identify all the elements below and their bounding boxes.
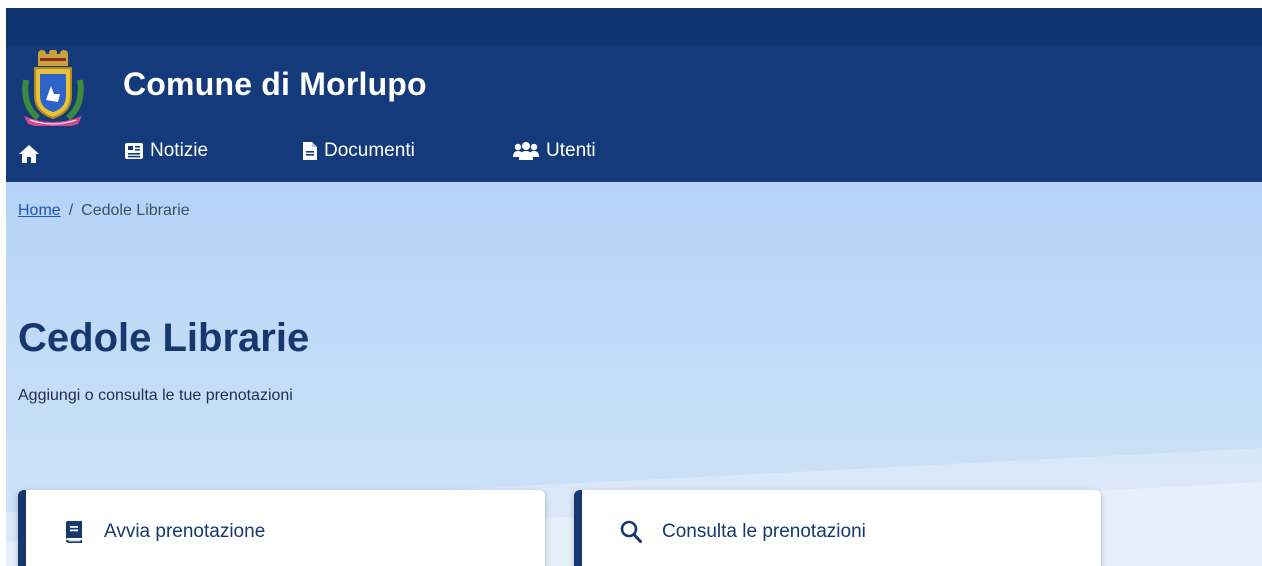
main-navigation: Notizie Documenti Utenti bbox=[6, 136, 1262, 176]
top-strip bbox=[6, 8, 1262, 46]
page-subtitle: Aggiungi o consulta le tue prenotazioni bbox=[18, 387, 293, 404]
nav-item-label: Notizie bbox=[150, 140, 209, 161]
page: Comune di Morlupo Notizie Documenti Uten… bbox=[6, 8, 1262, 566]
nav-home-link[interactable] bbox=[18, 144, 40, 164]
search-icon bbox=[620, 518, 642, 546]
users-icon bbox=[512, 141, 540, 161]
nav-item-documenti[interactable]: Documenti bbox=[302, 140, 415, 162]
hero-section: Home / Cedole Librarie Cedole Librarie A… bbox=[6, 182, 1262, 566]
site-title[interactable]: Comune di Morlupo bbox=[123, 66, 427, 103]
nav-item-label: Documenti bbox=[324, 140, 415, 161]
site-header: Comune di Morlupo Notizie Documenti Uten… bbox=[6, 8, 1262, 182]
book-icon bbox=[64, 518, 84, 546]
view-bookings-card[interactable]: Consulta le prenotazioni bbox=[574, 490, 1101, 566]
card-label: Consulta le prenotazioni bbox=[662, 521, 866, 542]
card-label: Avvia prenotazione bbox=[104, 521, 266, 542]
start-booking-card[interactable]: Avvia prenotazione bbox=[18, 490, 545, 566]
newspaper-icon bbox=[124, 142, 144, 160]
breadcrumb-current: Cedole Librarie bbox=[81, 202, 190, 219]
municipal-crest-logo[interactable] bbox=[18, 49, 88, 128]
page-title: Cedole Librarie bbox=[18, 316, 310, 360]
breadcrumb-home-link[interactable]: Home bbox=[18, 202, 61, 220]
breadcrumb-separator: / bbox=[68, 202, 74, 219]
home-icon bbox=[18, 144, 40, 164]
nav-item-label: Utenti bbox=[546, 140, 596, 161]
nav-item-utenti[interactable]: Utenti bbox=[512, 140, 596, 162]
nav-item-notizie[interactable]: Notizie bbox=[124, 140, 208, 162]
document-icon bbox=[302, 141, 318, 161]
breadcrumb: Home / Cedole Librarie bbox=[18, 202, 190, 220]
